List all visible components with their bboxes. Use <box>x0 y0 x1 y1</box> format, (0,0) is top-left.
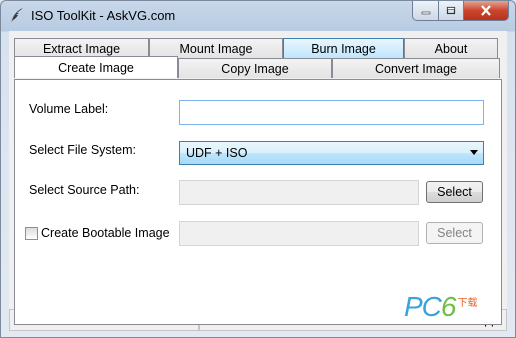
tab-about[interactable]: About <box>404 38 498 58</box>
tab-extract-image[interactable]: Extract Image <box>14 38 149 58</box>
bootable-checkbox[interactable] <box>25 227 38 240</box>
title-bar[interactable]: ISO ToolKit - AskVG.com <box>1 1 515 31</box>
select-bootable-button: Select <box>426 222 483 244</box>
tab-create-image[interactable]: Create Image <box>14 56 178 78</box>
watermark-pc: PC6 <box>404 291 456 322</box>
volume-label-text: Volume Label: <box>29 102 109 116</box>
tab-row-front: Create Image Copy Image Convert Image <box>14 56 500 78</box>
select-source-button[interactable]: Select <box>426 181 483 203</box>
tab-burn-image[interactable]: Burn Image <box>283 38 404 58</box>
close-icon <box>481 5 491 16</box>
source-path-label: Select Source Path: <box>29 183 140 197</box>
file-system-dropdown[interactable]: UDF + ISO <box>179 141 484 165</box>
chevron-down-icon <box>470 150 478 155</box>
tab-copy-image[interactable]: Copy Image <box>178 58 332 78</box>
site-watermark: PC6 下载 <box>404 291 477 323</box>
minimize-icon <box>421 11 430 14</box>
source-path-field[interactable] <box>179 180 419 205</box>
caption-buttons <box>412 1 509 21</box>
tab-row-back: Extract Image Mount Image Burn Image Abo… <box>14 38 498 58</box>
bootable-path-field <box>179 221 419 246</box>
maximize-button[interactable] <box>439 1 464 21</box>
file-system-value: UDF + ISO <box>186 146 248 160</box>
window-title: ISO ToolKit - AskVG.com <box>31 8 176 23</box>
create-image-panel: Volume Label: Select File System: UDF + … <box>14 79 502 325</box>
tab-convert-image[interactable]: Convert Image <box>332 58 500 78</box>
feather-icon <box>11 8 23 22</box>
close-button[interactable] <box>464 1 509 21</box>
minimize-button[interactable] <box>412 1 439 21</box>
file-system-label: Select File System: <box>29 143 136 157</box>
bootable-label: Create Bootable Image <box>41 226 170 240</box>
tab-mount-image[interactable]: Mount Image <box>149 38 283 58</box>
maximize-icon <box>446 6 456 14</box>
watermark-side: 下载 <box>457 298 478 309</box>
volume-label-input[interactable] <box>179 100 484 125</box>
client-area: Extract Image Mount Image Burn Image Abo… <box>9 31 507 331</box>
app-window: ISO ToolKit - AskVG.com Extract Image Mo… <box>0 0 516 338</box>
